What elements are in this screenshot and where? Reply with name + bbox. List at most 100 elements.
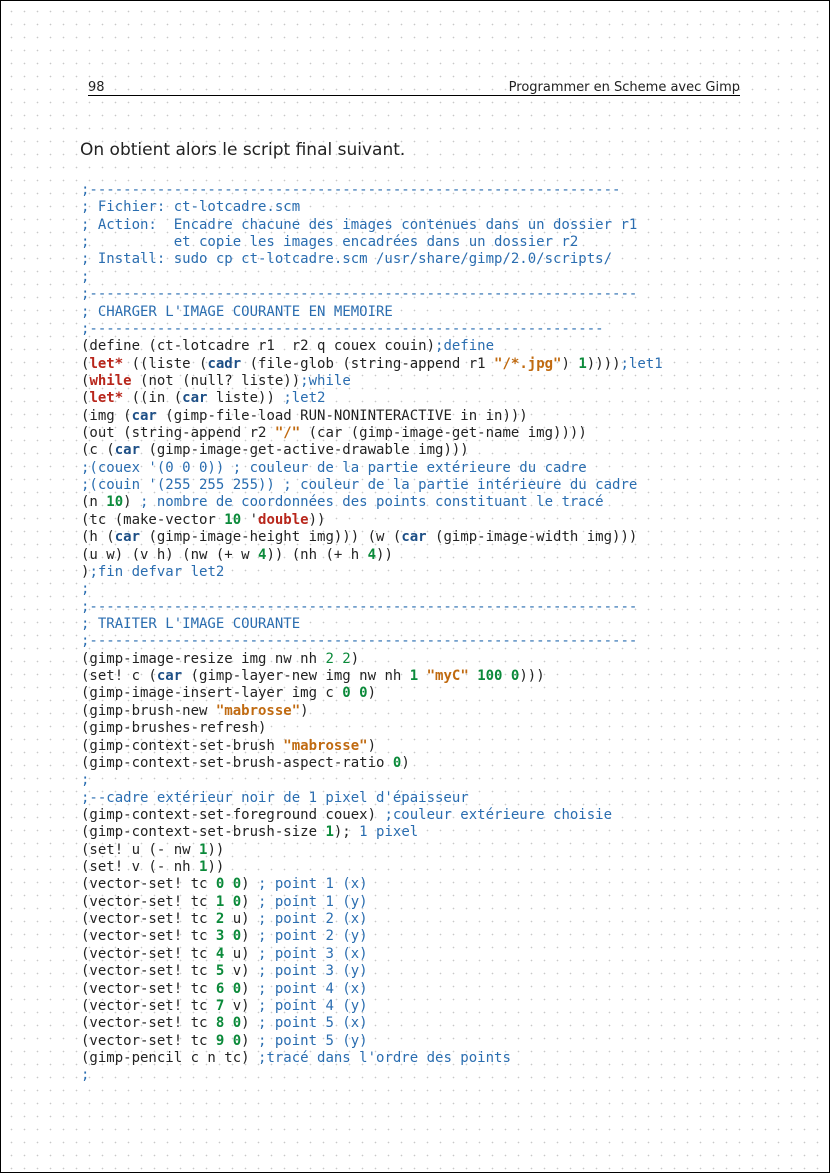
code-token: ) (350, 650, 360, 667)
code-token: ;(couex '(0 0 0)) ; couleur de la partie… (81, 459, 587, 476)
code-line: ;---------------------------------------… (81, 286, 663, 303)
code-line: (set! v (- nh 1)) (81, 859, 663, 876)
code-token: (gimp-pencil c n tc) (81, 1049, 259, 1066)
code-token: (vector-set! tc (81, 963, 216, 980)
code-token: "mabrosse" (215, 702, 301, 719)
code-token: ) (367, 685, 377, 702)
code-token: 1 (325, 824, 334, 841)
code-token: (vector-set! tc (81, 893, 216, 910)
code-token: ; (81, 581, 90, 598)
code-token: )) (nh (+ h (266, 546, 368, 563)
code-line: (n 10) ; nombre de coordonnées des point… (81, 494, 663, 511)
code-token: ; point 3 (x) (258, 945, 368, 962)
code-token: "mabrosse" (283, 737, 368, 754)
code-token: ; point 4 (y) (258, 997, 368, 1014)
code-token: ; point 5 (y) (258, 1032, 368, 1049)
code-token: 2 2 (325, 650, 351, 667)
code-token: ) (241, 876, 259, 893)
code-line: (gimp-context-set-brush-aspect-ratio 0) (81, 755, 663, 772)
code-token: (gimp-context-set-brush-size (81, 824, 326, 841)
code-token: let* (89, 355, 124, 372)
code-token: ;tracé dans l'ordre des points (258, 1049, 511, 1066)
code-line: (set! c (car (gimp-layer-new img nw nh 1… (81, 668, 663, 685)
code-line: ;(couin '(255 255 255)) ; couleur de la … (81, 477, 663, 494)
code-line: (gimp-image-insert-layer img c 0 0) (81, 685, 663, 702)
code-token: let* (89, 390, 124, 407)
code-line: (let* ((liste (cadr (file-glob (string-a… (81, 356, 663, 373)
code-token: (gimp-context-set-brush-aspect-ratio (81, 754, 393, 771)
code-token: )))) (586, 355, 621, 372)
code-token: ) (123, 494, 141, 511)
code-token: ; point 2 (y) (258, 928, 368, 945)
code-line: (img (car (gimp-file-load RUN-NONINTERAC… (81, 408, 663, 425)
code-token: (vector-set! tc (81, 980, 216, 997)
code-token: (car (gimp-image-get-name img)))) (300, 425, 587, 442)
code-token: ; point 5 (x) (258, 1015, 368, 1032)
code-token: (vector-set! tc (81, 928, 216, 945)
code-line: ;---------------------------------------… (81, 599, 663, 616)
code-line: ; TRAITER L'IMAGE COURANTE (81, 616, 663, 633)
code-line: ;--cadre extérieur noir de 1 pixel d'épa… (81, 790, 663, 807)
code-token: ;let1 (620, 355, 663, 372)
code-line: (out (string-append r2 "/" (car (gimp-im… (81, 425, 663, 442)
code-line: ; (81, 1067, 663, 1084)
code-line: (define (ct-lotcadre r1 r2 q couex couin… (81, 338, 663, 355)
code-token: ; point 4 (x) (258, 980, 368, 997)
code-token: car (114, 442, 141, 459)
code-token: ; nombre de coordonnées des points const… (140, 494, 604, 511)
code-token: (vector-set! tc (81, 997, 216, 1014)
code-token: 0 0 (342, 685, 368, 702)
page-header: 98 Programmer en Scheme avec Gimp (88, 80, 740, 96)
code-line: (vector-set! tc 6 0) ; point 4 (x) (81, 981, 663, 998)
code-line: (gimp-brush-new "mabrosse") (81, 703, 663, 720)
code-token: ) (241, 928, 259, 945)
code-token: 1 (409, 668, 419, 685)
code-token: (u w) (v h) (nw (+ w (81, 546, 259, 563)
code-token: ;---------------------------------------… (81, 286, 638, 303)
code-token: (gimp-context-set-foreground couex) (81, 806, 385, 823)
code-token: double (258, 511, 309, 528)
code-token: 9 0 (215, 1032, 242, 1049)
code-line: (gimp-pencil c n tc) ;tracé dans l'ordre… (81, 1050, 663, 1067)
code-token: u) (224, 911, 259, 928)
code-token: "/*.jpg" (494, 355, 562, 372)
code-line: (gimp-context-set-brush-size 1); 1 pixel (81, 824, 663, 841)
code-line: ; et copie les images encadrées dans un … (81, 234, 663, 251)
code-token: ) (241, 1032, 259, 1049)
code-token: u) (224, 945, 259, 962)
code-line: ;---------------------------------------… (81, 182, 663, 199)
code-token: ;couleur extérieure choisie (384, 806, 613, 823)
code-token: ) (241, 1015, 259, 1032)
code-token: (c ( (81, 442, 115, 459)
code-line: (vector-set! tc 2 u) ; point 2 (x) (81, 911, 663, 928)
code-token: (gimp-layer-new img nw nh (182, 668, 410, 685)
code-line: ; (81, 581, 663, 598)
code-token: 6 0 (215, 980, 242, 997)
code-line: (vector-set! tc 3 0) ; point 2 (y) (81, 928, 663, 945)
code-line: (let* ((in (car liste)) ;let2 (81, 390, 663, 407)
code-line: (gimp-context-set-brush "mabrosse") (81, 738, 663, 755)
code-token: ; CHARGER L'IMAGE COURANTE EN MEMOIRE (81, 303, 393, 320)
code-line: (vector-set! tc 4 u) ; point 3 (x) (81, 946, 663, 963)
running-title: Programmer en Scheme avec Gimp (508, 80, 740, 95)
code-token: ) (241, 980, 259, 997)
code-token: ; Action: Encadre chacune des images con… (81, 216, 638, 233)
code-line: (vector-set! tc 5 v) ; point 3 (y) (81, 963, 663, 980)
code-token: liste)) (207, 390, 284, 407)
code-token: (set! u (- nw (81, 841, 200, 858)
code-token: (gimp-brushes-refresh) (81, 720, 267, 737)
code-token: )) (207, 859, 225, 876)
code-token: 1 0 (215, 893, 242, 910)
code-token: )) (376, 546, 393, 563)
code-token: 10 (224, 511, 242, 528)
code-line: ; CHARGER L'IMAGE COURANTE EN MEMOIRE (81, 304, 663, 321)
code-token: (set! c ( (81, 668, 157, 685)
code-token: (gimp-image-insert-layer img c (81, 685, 343, 702)
code-token: ; (81, 772, 90, 789)
code-token: cadr (207, 355, 242, 372)
code-token: ((in ( (123, 390, 183, 407)
code-token: ; point 1 (x) (258, 876, 368, 893)
code-line: (gimp-image-resize img nw nh 2 2) (81, 651, 663, 668)
